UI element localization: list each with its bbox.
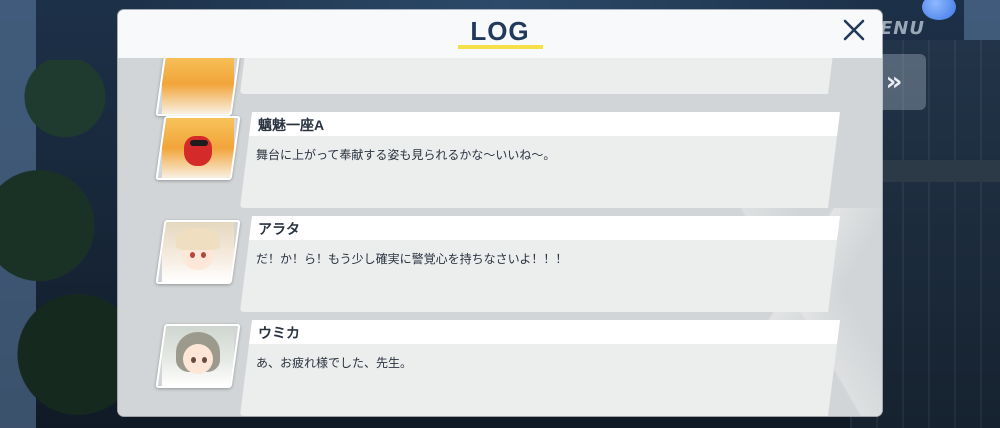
name-bar: アラタ bbox=[240, 216, 840, 240]
close-icon bbox=[843, 19, 865, 41]
avatar bbox=[155, 58, 241, 116]
avatar bbox=[155, 116, 241, 180]
name-bar: ウミカ bbox=[240, 320, 840, 344]
gray-haired-girl-portrait-icon bbox=[162, 326, 234, 386]
dialogue-bubble: アラタ だ！か！ら！もう少し確実に警覚心を持ちなさいよ！！！ bbox=[240, 216, 840, 312]
log-entry-previous bbox=[118, 58, 882, 116]
title-underline bbox=[458, 45, 543, 49]
log-title: LOG bbox=[470, 16, 530, 46]
avatar bbox=[155, 220, 241, 284]
close-button[interactable] bbox=[838, 14, 870, 46]
speaker-name: 魑魅一座A bbox=[258, 117, 325, 133]
log-entry: アラタ だ！か！ら！もう少し確実に警覚心を持ちなさいよ！！！ bbox=[118, 216, 882, 312]
log-entry: ウミカ あ、お疲れ様でした、先生。 bbox=[118, 320, 882, 416]
menu-button-label[interactable]: ENU bbox=[880, 18, 925, 39]
speaker-name: アラタ bbox=[258, 221, 300, 237]
blonde-catgirl-portrait-icon bbox=[162, 222, 234, 282]
log-dialog-header: LOG bbox=[118, 10, 882, 59]
scene-trees bbox=[0, 60, 130, 428]
dialogue-bubble: 魑魅一座A 舞台に上がって奉献する姿も見られるかな～いいね～。 bbox=[240, 112, 840, 208]
log-entry: 魑魅一座A 舞台に上がって奉献する姿も見られるかな～いいね～。 bbox=[118, 112, 882, 208]
log-scroll-area[interactable]: 魑魅一座A 舞台に上がって奉献する姿も見られるかな～いいね～。 アラタ だ！か！… bbox=[118, 58, 882, 416]
speaker-name: ウミカ bbox=[258, 325, 300, 341]
avatar bbox=[155, 324, 241, 388]
dialogue-bubble: ウミカ あ、お疲れ様でした、先生。 bbox=[240, 320, 840, 416]
log-dialog: LOG 魑魅一座A 舞台に上がって奉献する姿も見られるかな～いいね～。 アラタ … bbox=[118, 10, 882, 416]
dialogue-text: だ！か！ら！もう少し確実に警覚心を持ちなさいよ！！！ bbox=[256, 252, 568, 266]
name-bar: 魑魅一座A bbox=[240, 112, 840, 136]
dialogue-text: 舞台に上がって奉献する姿も見られるかな～いいね～。 bbox=[256, 148, 556, 162]
masked-character-portrait-icon bbox=[162, 118, 234, 178]
dialogue-bubble bbox=[240, 58, 840, 94]
dialogue-text: あ、お疲れ様でした、先生。 bbox=[256, 356, 413, 370]
